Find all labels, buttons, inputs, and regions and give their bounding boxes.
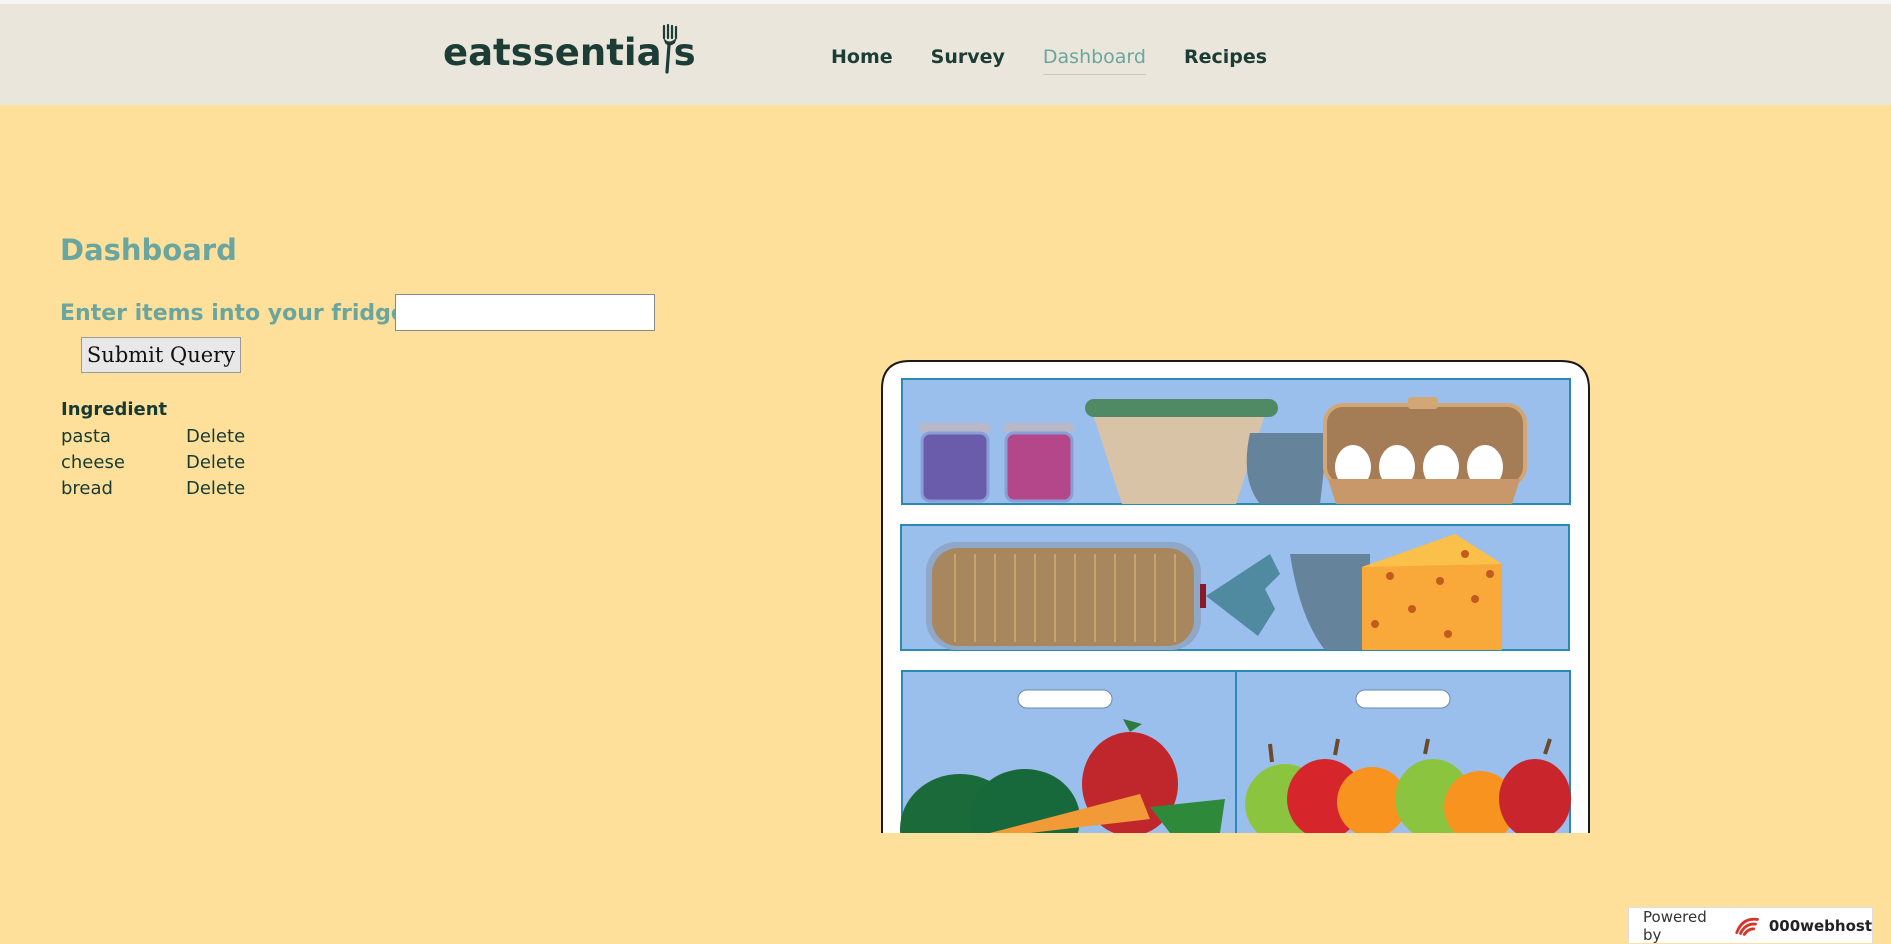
nav-recipes[interactable]: Recipes bbox=[1184, 46, 1267, 75]
ingredient-name: cheese bbox=[61, 451, 125, 473]
delete-link[interactable]: Delete bbox=[183, 423, 245, 449]
table-row: pasta Delete bbox=[58, 423, 245, 449]
delete-link[interactable]: Delete bbox=[183, 475, 245, 501]
logo-text-part-2: s bbox=[673, 31, 696, 74]
fridge-item-input[interactable] bbox=[395, 294, 655, 331]
table-row: bread Delete bbox=[58, 475, 245, 501]
logo-text-part-1: eatssentia bbox=[443, 31, 662, 74]
ingredient-column-header: Ingredient bbox=[61, 398, 168, 420]
ingredients-table: Ingredient pasta Delete cheese Delete br… bbox=[58, 398, 245, 501]
powered-by-brand: 000webhost bbox=[1768, 916, 1872, 935]
delete-link[interactable]: Delete bbox=[183, 449, 245, 475]
000webhost-logo-icon bbox=[1735, 917, 1759, 936]
ingredient-name: bread bbox=[61, 477, 113, 499]
ingredient-name: pasta bbox=[61, 425, 111, 447]
site-logo[interactable]: eatssentia s eatssentials bbox=[443, 24, 696, 74]
table-header-row: Ingredient bbox=[58, 398, 245, 423]
nav-home[interactable]: Home bbox=[831, 46, 893, 75]
table-row: cheese Delete bbox=[58, 449, 245, 475]
fridge-illustration bbox=[881, 360, 1590, 833]
page-title: Dashboard bbox=[60, 233, 237, 267]
powered-by-text: Powered by bbox=[1643, 907, 1707, 944]
site-header: eatssentia s eatssentials Home Survey Da… bbox=[0, 4, 1891, 105]
nav-survey[interactable]: Survey bbox=[931, 46, 1005, 75]
powered-by-badge[interactable]: Powered by 000webhost bbox=[1628, 907, 1873, 944]
submit-query-button[interactable]: Submit Query bbox=[81, 337, 241, 373]
main-nav: Home Survey Dashboard Recipes bbox=[831, 46, 1267, 75]
nav-dashboard[interactable]: Dashboard bbox=[1042, 46, 1146, 75]
